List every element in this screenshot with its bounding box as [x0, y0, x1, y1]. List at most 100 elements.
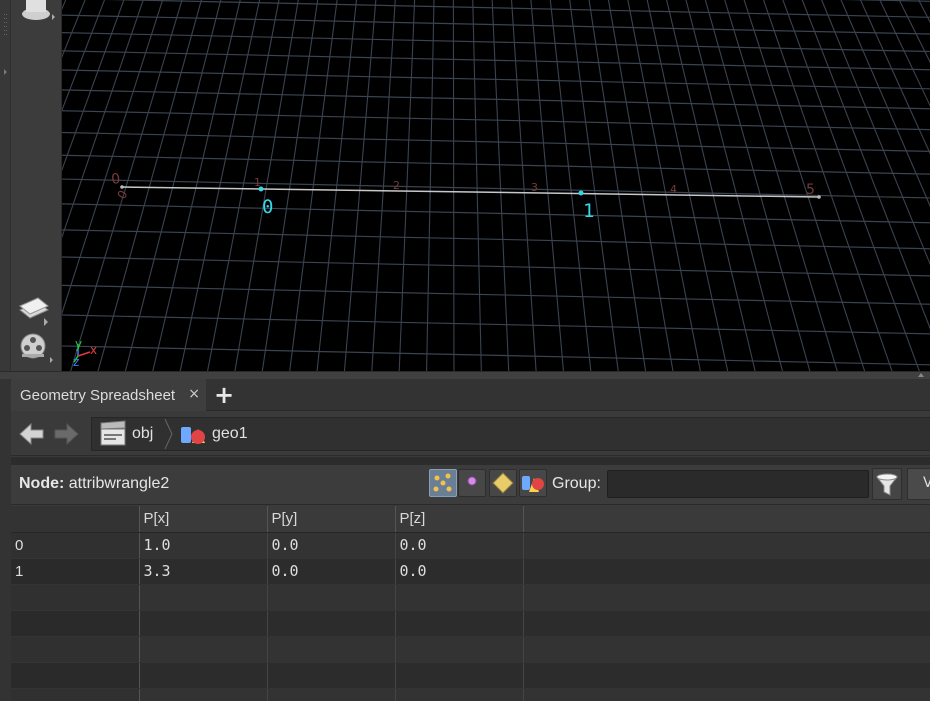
grid-line [916, 0, 930, 371]
grid-line [62, 256, 930, 277]
row-index-cell[interactable]: 0 [11, 532, 140, 559]
path-breadcrumb[interactable]: obj geo1 [91, 417, 930, 451]
table-cell[interactable]: 3.3 [139, 558, 268, 585]
empty-cell [523, 610, 930, 637]
node-info: Node: attribwrangle2 [19, 475, 169, 493]
detail-mode-icon[interactable] [519, 469, 547, 497]
empty-cell [395, 636, 524, 663]
empty-cell [267, 584, 396, 611]
forward-arrow-icon[interactable] [51, 420, 81, 448]
grid-line [426, 0, 435, 371]
pane-divider[interactable] [0, 371, 930, 379]
empty-table-row [11, 584, 930, 611]
empty-cell [523, 584, 930, 611]
empty-cell [395, 584, 524, 611]
empty-cell [267, 688, 396, 701]
grid-line [106, 0, 930, 18]
scene-viewport[interactable]: 0 0 1 2 3 4 5 0 1 y x z [62, 0, 930, 371]
empty-cell [11, 688, 140, 701]
filter-icon[interactable] [872, 468, 902, 500]
column-header[interactable]: P[z] [395, 506, 524, 533]
grid-line [152, 0, 241, 371]
grid-line [879, 0, 930, 107]
empty-cell [523, 662, 930, 689]
toolbar-separator [11, 457, 930, 465]
column-header[interactable]: P[x] [139, 506, 268, 533]
clapperboard-icon [100, 420, 126, 446]
render-tool-icon[interactable] [18, 296, 52, 326]
empty-cell [395, 610, 524, 637]
attribute-table: P[x] P[y] P[z] 0 1.0 0.0 0.0 1 3.3 0.0 0… [11, 506, 930, 701]
row-index-cell[interactable]: 1 [11, 558, 140, 585]
node-name: attribwrangle2 [68, 475, 170, 492]
empty-cell [11, 610, 140, 637]
node-prefix: Node: [19, 475, 65, 492]
column-header-index[interactable] [11, 506, 140, 533]
empty-table-row [11, 610, 930, 637]
left-collapse-strip[interactable] [0, 0, 11, 371]
tab-close-icon[interactable]: × [188, 386, 200, 402]
grid-line [762, 0, 893, 371]
grid-line [97, 0, 202, 371]
empty-cell [11, 636, 140, 663]
grid-line [549, 0, 592, 371]
group-label: Group: [552, 475, 601, 492]
view-menu-button[interactable]: V [907, 468, 930, 500]
table-row[interactable]: 0 1.0 0.0 0.0 [11, 532, 930, 559]
camera-light-tool-icon[interactable] [20, 0, 55, 26]
points-mode-icon[interactable] [429, 469, 457, 497]
grid-line [62, 178, 930, 199]
table-cell[interactable]: 0.0 [395, 558, 524, 585]
table-cell[interactable]: 0.0 [395, 532, 524, 559]
grid-line [898, 0, 930, 64]
left-shelf [0, 0, 62, 371]
grid-line [491, 0, 510, 371]
grid-line [743, 0, 866, 371]
grid-line [62, 131, 930, 152]
pane-tab-bar: Geometry Spreadsheet × + [11, 379, 930, 411]
table-row[interactable]: 1 3.3 0.0 0.0 [11, 558, 930, 585]
empty-cell [139, 610, 268, 637]
empty-cell [139, 662, 268, 689]
table-cell-filler [523, 532, 930, 559]
grid-line [62, 284, 930, 305]
group-field[interactable] [607, 470, 869, 498]
primitives-mode-icon[interactable] [489, 469, 517, 497]
empty-cell [139, 584, 268, 611]
film-reel-tool-icon[interactable] [18, 332, 53, 363]
spreadsheet-toolbar: Node: attribwrangle2 Group: V [11, 465, 930, 505]
table-cell[interactable]: 0.0 [267, 532, 396, 559]
empty-cell [11, 584, 140, 611]
perspective-grid [62, 0, 930, 371]
empty-cell [267, 610, 396, 637]
grid-line [62, 32, 930, 53]
lower-left-strip [0, 379, 11, 701]
breadcrumb-geo1[interactable]: geo1 [178, 418, 248, 450]
table-cell[interactable]: 0.0 [267, 558, 396, 585]
grid-line [62, 203, 930, 224]
tab-geometry-spreadsheet[interactable]: Geometry Spreadsheet × [11, 379, 206, 411]
empty-cell [523, 688, 930, 701]
grid-line [704, 0, 811, 371]
network-path-bar: obj geo1 [11, 412, 930, 456]
grid-line [569, 0, 619, 371]
breadcrumb-obj[interactable]: obj [98, 418, 153, 450]
empty-cell [267, 662, 396, 689]
empty-table-row [11, 636, 930, 663]
empty-cell [139, 688, 268, 701]
grid-line [840, 0, 930, 208]
grid-line [588, 0, 647, 371]
vertices-mode-icon[interactable] [458, 469, 486, 497]
grid-line [530, 0, 565, 371]
empty-cell [395, 662, 524, 689]
column-header-filler [523, 506, 930, 533]
empty-cell [523, 636, 930, 663]
grid-line [62, 50, 930, 71]
table-cell[interactable]: 1.0 [139, 532, 268, 559]
grid-line [472, 0, 482, 371]
back-arrow-icon[interactable] [17, 420, 47, 448]
grid-line [646, 0, 729, 371]
grid-line [685, 0, 784, 371]
column-header[interactable]: P[y] [267, 506, 396, 533]
add-tab-button[interactable]: + [214, 381, 234, 409]
